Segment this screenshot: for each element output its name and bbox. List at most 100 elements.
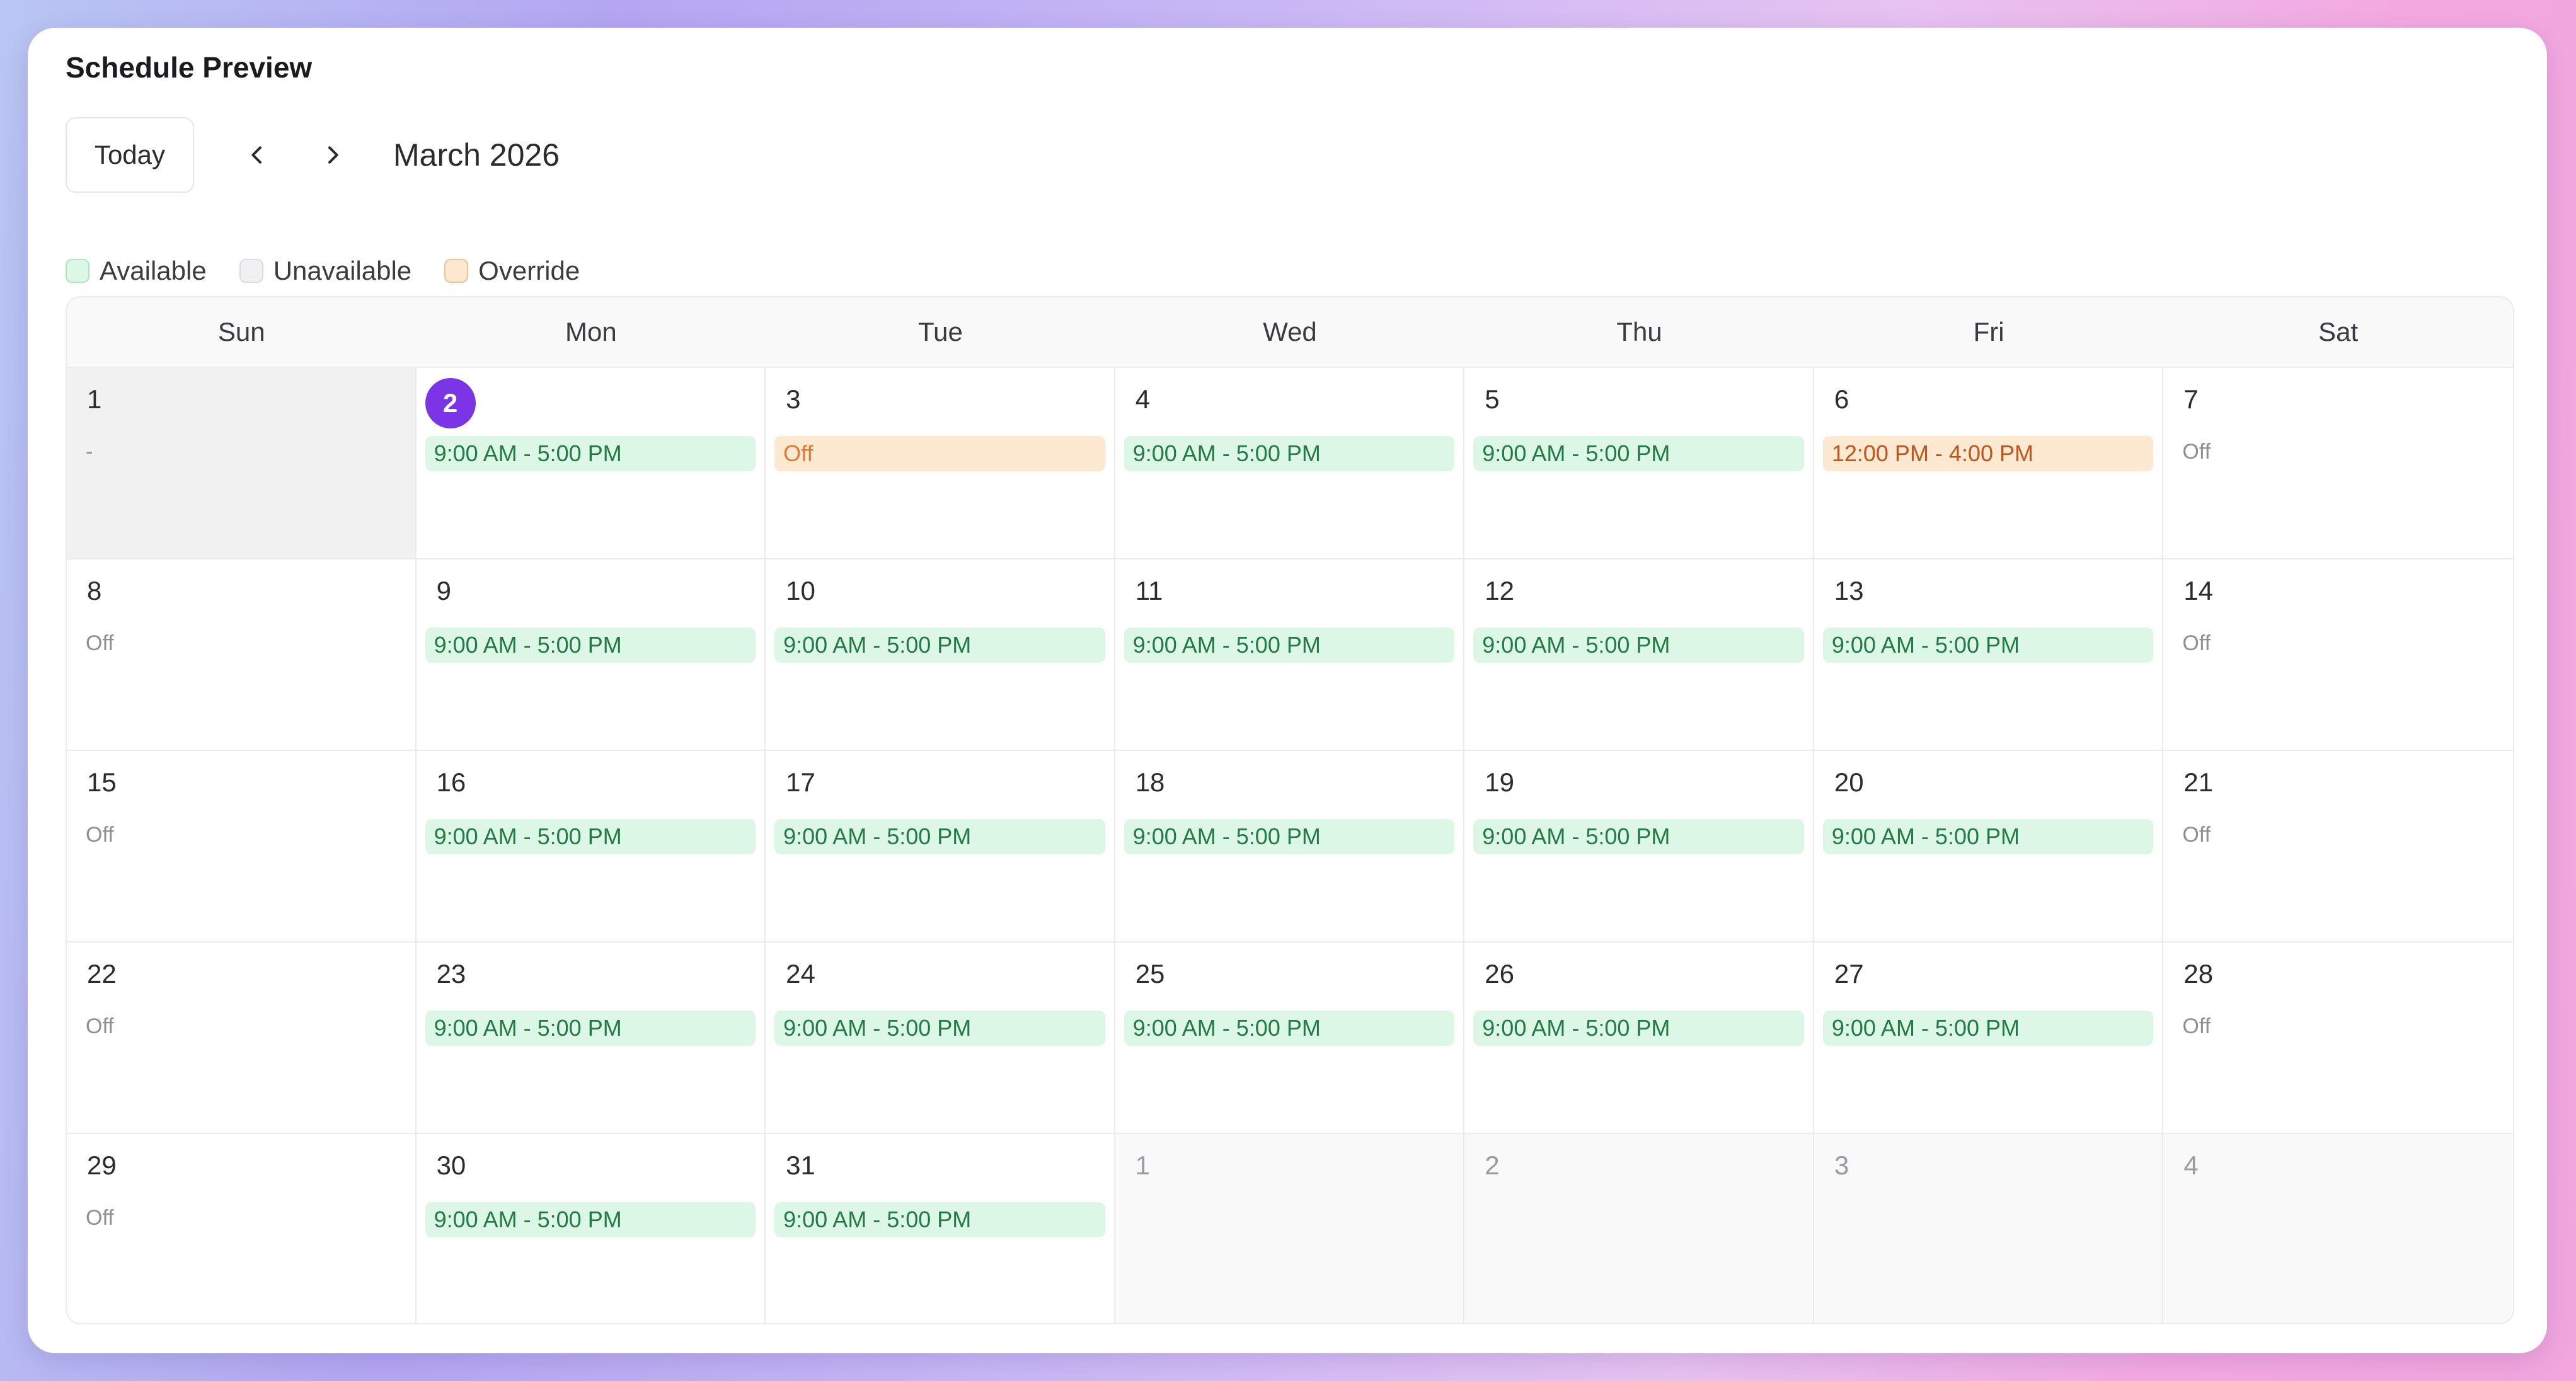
previous-month-button[interactable] bbox=[232, 117, 282, 193]
available-slot[interactable]: 9:00 AM - 5:00 PM bbox=[1473, 1011, 1804, 1046]
calendar-day[interactable]: 26 9:00 AM - 5:00 PM bbox=[1464, 943, 1814, 1134]
calendar-day[interactable]: 22 Off bbox=[67, 943, 417, 1134]
today-button[interactable]: Today bbox=[66, 117, 194, 193]
day-number: 3 bbox=[1834, 1150, 1849, 1180]
unavailable-label: Off bbox=[2182, 631, 2211, 655]
day-number: 15 bbox=[87, 767, 117, 797]
available-slot[interactable]: 9:00 AM - 5:00 PM bbox=[774, 819, 1105, 854]
calendar-day[interactable]: 21 Off bbox=[2163, 751, 2513, 943]
calendar-day[interactable]: 17 9:00 AM - 5:00 PM bbox=[766, 751, 1115, 943]
calendar-day[interactable]: 16 9:00 AM - 5:00 PM bbox=[416, 751, 766, 943]
available-slot[interactable]: 9:00 AM - 5:00 PM bbox=[1124, 819, 1455, 854]
day-number: 21 bbox=[2183, 767, 2214, 797]
available-slot[interactable]: 9:00 AM - 5:00 PM bbox=[1822, 819, 2154, 854]
calendar-day[interactable]: 20 9:00 AM - 5:00 PM bbox=[1814, 751, 2164, 943]
unavailable-label: - bbox=[86, 440, 93, 464]
day-number: 13 bbox=[1834, 576, 1864, 605]
weekday-tue: Tue bbox=[918, 317, 963, 347]
weekday-header: Sun Mon Tue Wed Thu Fri Sat bbox=[67, 297, 2513, 368]
weekday-thu: Thu bbox=[1616, 317, 1662, 347]
available-slot[interactable]: 9:00 AM - 5:00 PM bbox=[1124, 1011, 1455, 1046]
calendar-day[interactable]: 28 Off bbox=[2163, 943, 2513, 1134]
available-slot[interactable]: 9:00 AM - 5:00 PM bbox=[774, 1202, 1105, 1237]
day-number: 19 bbox=[1485, 767, 1514, 797]
legend-swatch bbox=[66, 259, 89, 283]
calendar-toolbar: Today March 2026 bbox=[66, 117, 560, 193]
day-number: 23 bbox=[436, 959, 466, 988]
calendar-day[interactable]: 25 9:00 AM - 5:00 PM bbox=[1115, 943, 1465, 1134]
calendar-day[interactable]: 8 Off bbox=[67, 559, 417, 751]
calendar-day[interactable]: 19 9:00 AM - 5:00 PM bbox=[1464, 751, 1814, 943]
day-number: 20 bbox=[1834, 767, 1864, 797]
day-number: 10 bbox=[786, 576, 815, 605]
override-slot[interactable]: 12:00 PM - 4:00 PM bbox=[1822, 436, 2154, 471]
calendar-day[interactable]: 6 12:00 PM - 4:00 PM bbox=[1814, 368, 2164, 559]
weekday-sat: Sat bbox=[2318, 317, 2359, 347]
chevron-left-icon bbox=[251, 146, 262, 164]
calendar-day[interactable]: 27 9:00 AM - 5:00 PM bbox=[1814, 943, 2164, 1134]
calendar-day[interactable]: 3 Off bbox=[766, 368, 1115, 559]
day-number: 16 bbox=[436, 767, 466, 797]
calendar-day[interactable]: 23 9:00 AM - 5:00 PM bbox=[416, 943, 766, 1134]
calendar-day[interactable]: 24 9:00 AM - 5:00 PM bbox=[766, 943, 1115, 1134]
legend-item-available: Available bbox=[66, 256, 207, 286]
day-number: 31 bbox=[786, 1150, 815, 1180]
day-number: 29 bbox=[87, 1150, 117, 1180]
available-slot[interactable]: 9:00 AM - 5:00 PM bbox=[1473, 436, 1804, 471]
calendar-day[interactable]: 18 9:00 AM - 5:00 PM bbox=[1115, 751, 1465, 943]
day-number: 3 bbox=[786, 384, 801, 414]
next-month-button[interactable] bbox=[308, 117, 358, 193]
month-label: March 2026 bbox=[393, 137, 560, 173]
calendar-day[interactable]: 7 Off bbox=[2163, 368, 2513, 559]
available-slot[interactable]: 9:00 AM - 5:00 PM bbox=[1124, 436, 1455, 471]
available-slot[interactable]: 9:00 AM - 5:00 PM bbox=[425, 436, 756, 471]
unavailable-label: Off bbox=[86, 1206, 114, 1230]
calendar-day[interactable]: 5 9:00 AM - 5:00 PM bbox=[1464, 368, 1814, 559]
calendar-day[interactable]: 31 9:00 AM - 5:00 PM bbox=[766, 1134, 1115, 1323]
day-number: 6 bbox=[1834, 384, 1849, 414]
calendar-day[interactable]: 12 9:00 AM - 5:00 PM bbox=[1464, 559, 1814, 751]
legend-swatch bbox=[239, 259, 263, 283]
available-slot[interactable]: 9:00 AM - 5:00 PM bbox=[774, 627, 1105, 663]
available-slot[interactable]: 9:00 AM - 5:00 PM bbox=[425, 1011, 756, 1046]
day-number: 11 bbox=[1135, 576, 1163, 605]
available-slot[interactable]: 9:00 AM - 5:00 PM bbox=[1124, 627, 1455, 663]
calendar-day[interactable]: 14 Off bbox=[2163, 559, 2513, 751]
day-number: 7 bbox=[2183, 384, 2199, 414]
calendar-day[interactable]: 15 Off bbox=[67, 751, 417, 943]
calendar-day[interactable]: 4 9:00 AM - 5:00 PM bbox=[1115, 368, 1465, 559]
override-slot[interactable]: Off bbox=[774, 436, 1105, 471]
legend-item-unavailable: Unavailable bbox=[239, 256, 411, 286]
calendar-day[interactable]: 1- bbox=[67, 368, 417, 559]
calendar-day-outside[interactable]: 2 bbox=[1464, 1134, 1814, 1323]
day-number: 14 bbox=[2183, 576, 2214, 605]
calendar-day[interactable]: 2 9:00 AM - 5:00 PM bbox=[416, 368, 766, 559]
day-number: 5 bbox=[1485, 384, 1500, 414]
available-slot[interactable]: 9:00 AM - 5:00 PM bbox=[1822, 1011, 2154, 1046]
day-number: 22 bbox=[87, 959, 117, 988]
calendar-day[interactable]: 11 9:00 AM - 5:00 PM bbox=[1115, 559, 1465, 751]
calendar-day-outside[interactable]: 3 bbox=[1814, 1134, 2164, 1323]
available-slot[interactable]: 9:00 AM - 5:00 PM bbox=[425, 1202, 756, 1237]
calendar-day-outside[interactable]: 4 bbox=[2163, 1134, 2513, 1323]
legend-label: Available bbox=[100, 256, 207, 285]
unavailable-label: Off bbox=[86, 631, 114, 655]
calendar-day[interactable]: 9 9:00 AM - 5:00 PM bbox=[416, 559, 766, 751]
unavailable-label: Off bbox=[2182, 1014, 2211, 1038]
calendar-day[interactable]: 30 9:00 AM - 5:00 PM bbox=[416, 1134, 766, 1323]
legend-item-override: Override bbox=[444, 256, 580, 286]
calendar-day[interactable]: 10 9:00 AM - 5:00 PM bbox=[766, 559, 1115, 751]
available-slot[interactable]: 9:00 AM - 5:00 PM bbox=[425, 627, 756, 663]
calendar-day-outside[interactable]: 1 bbox=[1115, 1134, 1465, 1323]
available-slot[interactable]: 9:00 AM - 5:00 PM bbox=[425, 819, 756, 854]
day-number: 12 bbox=[1485, 576, 1514, 605]
available-slot[interactable]: 9:00 AM - 5:00 PM bbox=[1473, 819, 1804, 854]
available-slot[interactable]: 9:00 AM - 5:00 PM bbox=[1473, 627, 1804, 663]
legend: Available Unavailable Override bbox=[66, 256, 612, 286]
chevron-right-icon bbox=[328, 146, 338, 164]
calendar-day[interactable]: 13 9:00 AM - 5:00 PM bbox=[1814, 559, 2164, 751]
unavailable-label: Off bbox=[2182, 440, 2211, 464]
calendar-day[interactable]: 29 Off bbox=[67, 1134, 417, 1323]
available-slot[interactable]: 9:00 AM - 5:00 PM bbox=[1822, 627, 2154, 663]
available-slot[interactable]: 9:00 AM - 5:00 PM bbox=[774, 1011, 1105, 1046]
